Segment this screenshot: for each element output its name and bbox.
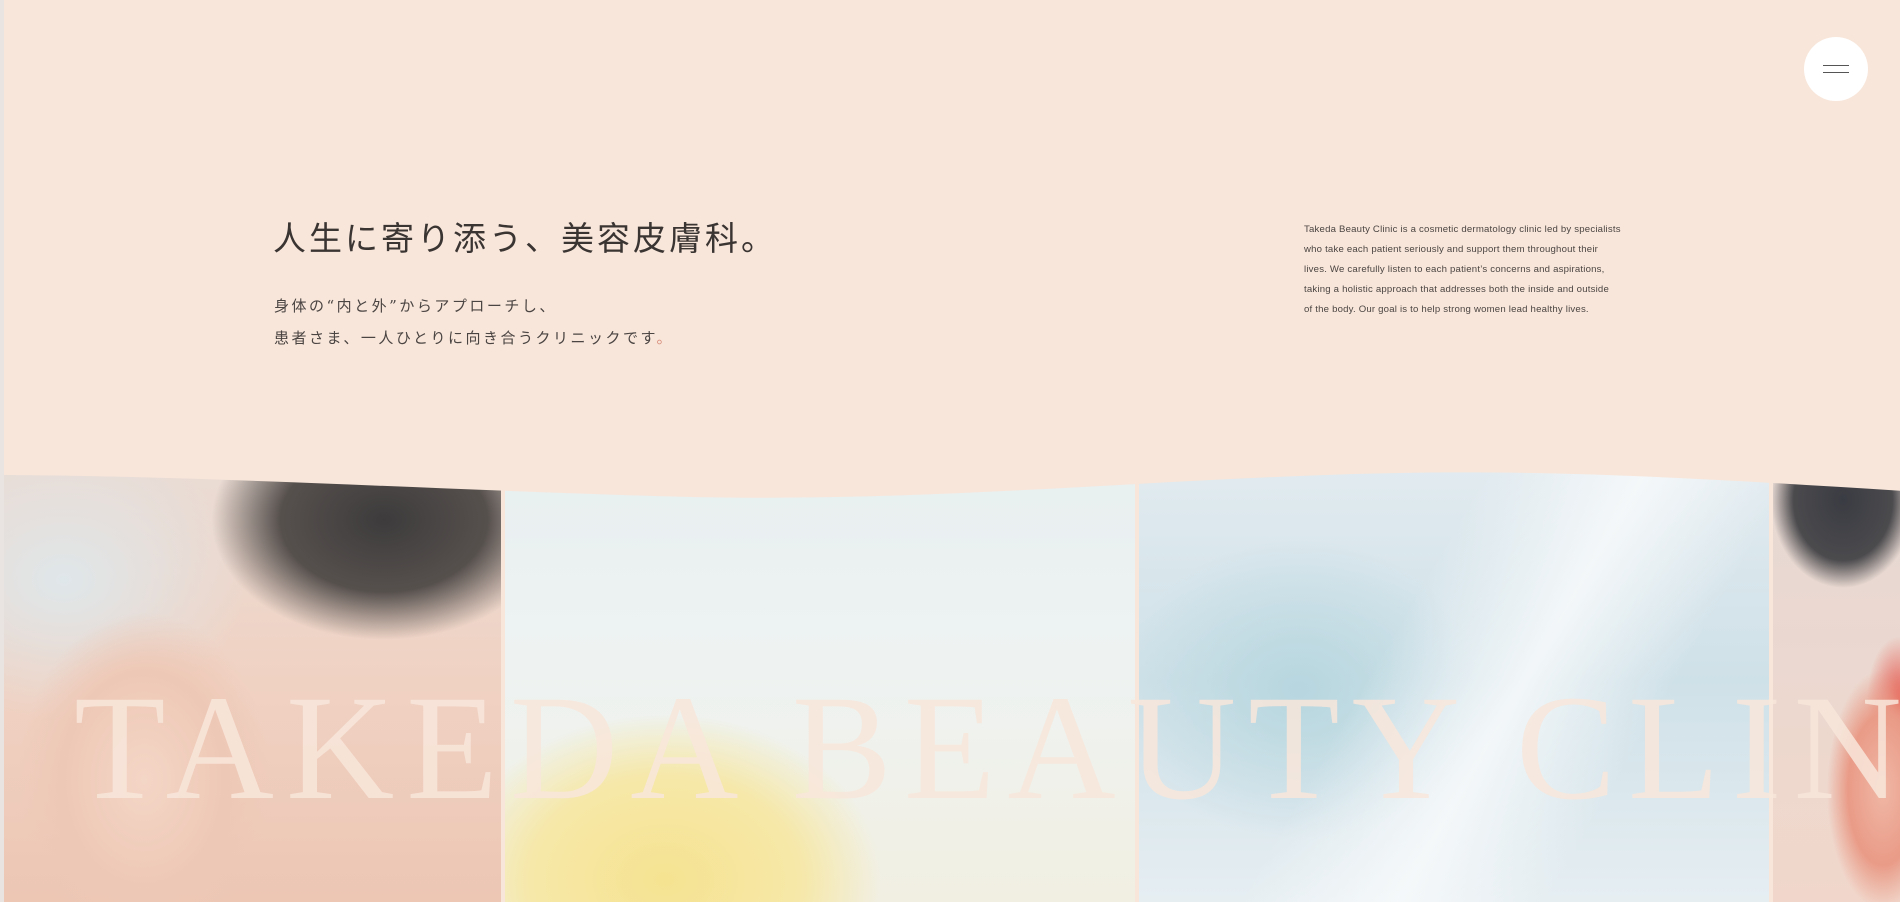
about-line: of the body. Our goal is to help strong …: [1304, 304, 1589, 315]
hero-subline-2: 患者さま、一人ひとりに向き合うクリニックです。: [274, 322, 674, 354]
menu-button[interactable]: [1804, 37, 1868, 101]
about-line: Takeda Beauty Clinic is a cosmetic derma…: [1304, 224, 1621, 235]
wave-divider: [4, 440, 1900, 498]
hero-subline-2-text: 患者さま、一人ひとりに向き合うクリニックです: [274, 329, 657, 347]
about-line: taking a holistic approach that addresse…: [1304, 284, 1610, 295]
hamburger-menu-icon: [1823, 65, 1849, 73]
about-line: who take each patient seriously and supp…: [1304, 244, 1599, 255]
about-line: lives. We carefully listen to each patie…: [1304, 264, 1605, 275]
brand-watermark: TAKEDA BEAUTY CLINIC: [74, 665, 1900, 831]
about-text: Takeda Beauty Clinic is a cosmetic derma…: [1304, 220, 1644, 320]
hero-headline: 人生に寄り添う、美容皮膚科。: [273, 219, 777, 258]
page: TAKEDA BEAUTY CLINIC 人生に寄り添う、美容皮膚科。 身体の“…: [0, 0, 1900, 902]
hero-subline-2-period: 。: [656, 329, 674, 347]
hero-subline: 身体の“内と外”からアプローチし、 患者さま、一人ひとりに向き合うクリニックです…: [274, 290, 674, 354]
hero-subline-1: 身体の“内と外”からアプローチし、: [274, 297, 557, 315]
